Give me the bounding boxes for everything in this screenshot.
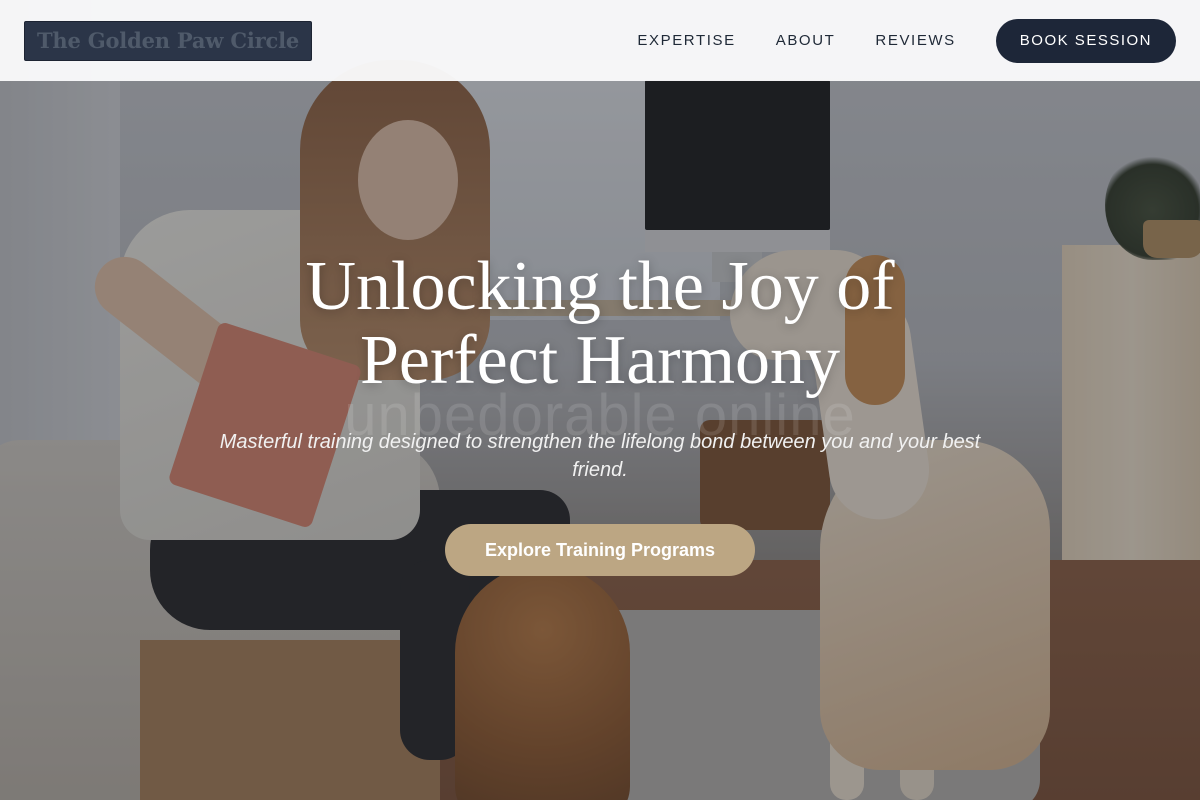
hero-content: Unlocking the Joy of Perfect Harmony Mas… xyxy=(0,250,1200,576)
logo-text: The Golden Paw Circle xyxy=(37,28,300,53)
nav-link-expertise[interactable]: EXPERTISE xyxy=(637,32,735,49)
hero-subheading: Masterful training designed to strengthe… xyxy=(219,431,981,481)
hero-headline: Unlocking the Joy of Perfect Harmony xyxy=(305,248,895,399)
logo[interactable]: The Golden Paw Circle xyxy=(24,20,313,61)
nav-links: EXPERTISE ABOUT REVIEWS BOOK SESSION xyxy=(637,18,1176,63)
nav-link-about[interactable]: ABOUT xyxy=(776,32,836,49)
explore-programs-button[interactable]: Explore Training Programs xyxy=(445,524,755,576)
nav-link-reviews[interactable]: REVIEWS xyxy=(875,32,955,49)
book-session-button[interactable]: BOOK SESSION xyxy=(995,18,1176,63)
navbar: The Golden Paw Circle EXPERTISE ABOUT RE… xyxy=(0,0,1200,81)
